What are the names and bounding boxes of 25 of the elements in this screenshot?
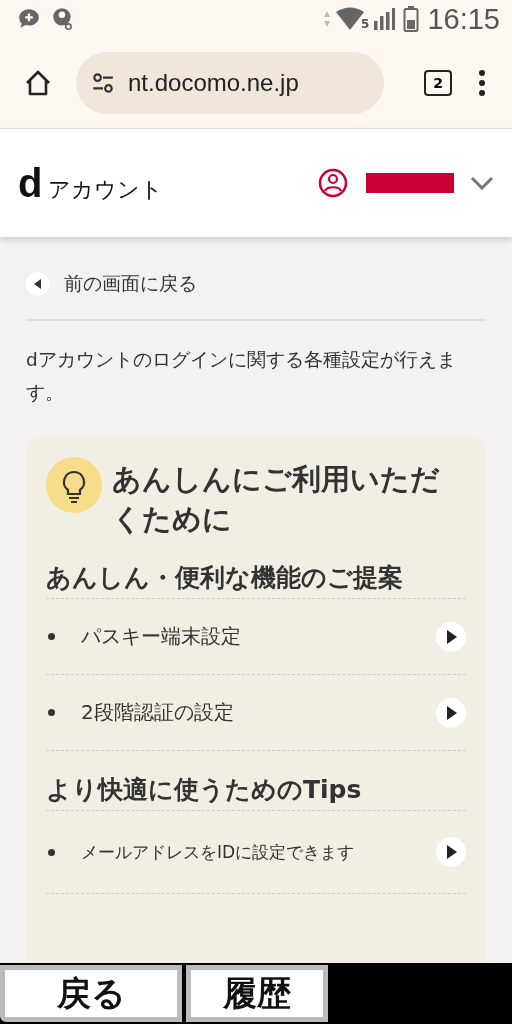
address-bar[interactable]: nt.docomo.ne.jp (76, 52, 384, 114)
data-arrows-icon (323, 9, 332, 29)
card-title: あんしんにご利用いただくために (112, 461, 441, 538)
lightbulb-icon (46, 457, 102, 513)
battery-icon (403, 5, 420, 33)
signal-icon (373, 7, 396, 31)
triangle-left-icon (26, 272, 50, 296)
more-menu-icon[interactable] (478, 69, 486, 97)
description-text: dアカウントのログインに関する各種設定が行えます。 (26, 348, 457, 405)
chevron-down-icon[interactable] (470, 176, 494, 190)
nav-button[interactable]: 戻る (0, 965, 182, 1022)
section-heading: より快適に使うためのTips (46, 763, 466, 811)
back-link[interactable]: 前の画面に戻る (26, 269, 486, 299)
clock-time: 16:15 (427, 2, 500, 36)
logo[interactable]: d アカウント (18, 160, 164, 206)
list-link[interactable]: メールアドレスをIDに設定できます (46, 811, 466, 894)
section-heading: あんしん・便利な機能のご提案 (46, 551, 466, 599)
nav-button[interactable]: 履歴 (186, 965, 328, 1022)
list-link[interactable]: パスキー端末設定 (46, 599, 466, 675)
list-link[interactable]: 2段階認証の設定 (46, 675, 466, 751)
site-settings-icon[interactable] (90, 70, 116, 96)
tab-count-button[interactable]: 2 (424, 70, 452, 96)
network-label: 5 (361, 17, 370, 31)
user-icon[interactable] (318, 168, 348, 198)
home-icon[interactable] (24, 69, 52, 97)
